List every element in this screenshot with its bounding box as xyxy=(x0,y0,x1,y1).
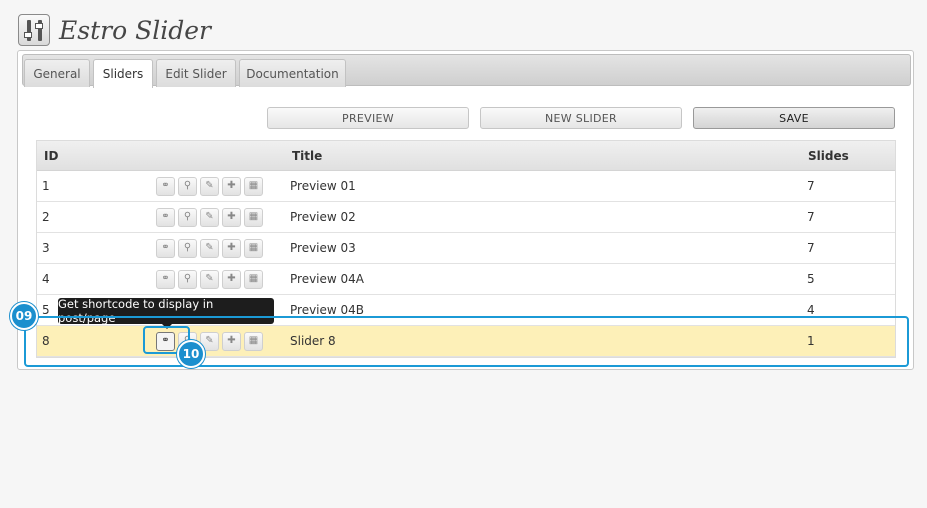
zoom-icon[interactable]: ⚲ xyxy=(178,207,197,227)
row-id: 2 xyxy=(42,210,50,224)
row-title: Preview 01 xyxy=(290,179,356,193)
table-header: ID Title Slides xyxy=(37,141,895,171)
row-slides: 7 xyxy=(807,210,815,224)
row-slides: 5 xyxy=(807,272,815,286)
edit-pencil-icon[interactable]: ✎ xyxy=(200,269,219,289)
save-button[interactable]: SAVE xyxy=(693,107,895,129)
new-slider-button[interactable]: NEW SLIDER xyxy=(480,107,682,129)
header-id: ID xyxy=(44,148,59,163)
add-plus-icon[interactable]: ✚ xyxy=(222,207,241,227)
table-row: 4 ⚭ ⚲ ✎ ✚ ▦ Preview 04A 5 xyxy=(37,264,895,295)
row-id: 4 xyxy=(42,272,50,286)
link-icon[interactable]: ⚭ xyxy=(156,269,175,289)
header-title: Title xyxy=(292,148,323,163)
header-slides: Slides xyxy=(808,148,849,163)
zoom-icon[interactable]: ⚲ xyxy=(178,176,197,196)
row-actions: ⚭ ⚲ ✎ ✚ ▦ xyxy=(156,171,263,201)
edit-pencil-icon[interactable]: ✎ xyxy=(200,238,219,258)
tab-documentation[interactable]: Documentation xyxy=(239,59,346,87)
trash-icon[interactable]: ▦ xyxy=(244,176,263,196)
tab-general[interactable]: General xyxy=(24,59,90,87)
row-title: Preview 03 xyxy=(290,241,356,255)
callout-badge-09: 09 xyxy=(10,302,38,330)
row-slides: 7 xyxy=(807,179,815,193)
row-actions: ⚭ ⚲ ✎ ✚ ▦ xyxy=(156,264,263,294)
zoom-icon[interactable]: ⚲ xyxy=(178,238,197,258)
preview-button[interactable]: PREVIEW xyxy=(267,107,469,129)
tab-edit-slider[interactable]: Edit Slider xyxy=(156,59,236,87)
sliders-settings-icon xyxy=(18,14,50,46)
callout-badge-10: 10 xyxy=(177,340,205,368)
table-row: 3 ⚭ ⚲ ✎ ✚ ▦ Preview 03 7 xyxy=(37,233,895,264)
add-plus-icon[interactable]: ✚ xyxy=(222,238,241,258)
row-actions: ⚭ ⚲ ✎ ✚ ▦ xyxy=(156,202,263,232)
row-id: 3 xyxy=(42,241,50,255)
edit-pencil-icon[interactable]: ✎ xyxy=(200,176,219,196)
row-title: Preview 02 xyxy=(290,210,356,224)
row-title: Preview 04A xyxy=(290,272,365,286)
edit-pencil-icon[interactable]: ✎ xyxy=(200,207,219,227)
link-icon[interactable]: ⚭ xyxy=(156,207,175,227)
trash-icon[interactable]: ▦ xyxy=(244,238,263,258)
table-row: 1 ⚭ ⚲ ✎ ✚ ▦ Preview 01 7 xyxy=(37,171,895,202)
link-icon[interactable]: ⚭ xyxy=(156,176,175,196)
app-header: Estro Slider xyxy=(18,13,211,47)
row-slides: 7 xyxy=(807,241,815,255)
add-plus-icon[interactable]: ✚ xyxy=(222,269,241,289)
add-plus-icon[interactable]: ✚ xyxy=(222,176,241,196)
table-row: 2 ⚭ ⚲ ✎ ✚ ▦ Preview 02 7 xyxy=(37,202,895,233)
trash-icon[interactable]: ▦ xyxy=(244,269,263,289)
row-id: 1 xyxy=(42,179,50,193)
app-title: Estro Slider xyxy=(59,15,211,45)
zoom-icon[interactable]: ⚲ xyxy=(178,269,197,289)
tab-bar: General Sliders Edit Slider Documentatio… xyxy=(22,54,911,88)
link-icon[interactable]: ⚭ xyxy=(156,238,175,258)
row-actions: ⚭ ⚲ ✎ ✚ ▦ xyxy=(156,233,263,263)
trash-icon[interactable]: ▦ xyxy=(244,207,263,227)
tab-sliders[interactable]: Sliders xyxy=(93,59,153,88)
